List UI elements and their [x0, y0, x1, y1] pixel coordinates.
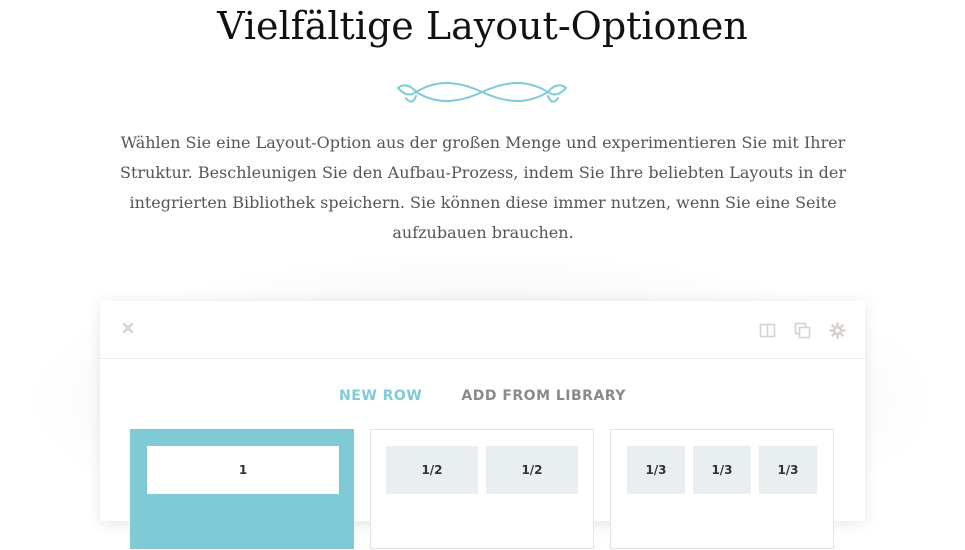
row-layout-panel: NEW ROW ADD FROM LIBRARY 1 1/2 1/2 1/3 1… — [100, 301, 865, 549]
layout-cell: 1/2 — [486, 446, 578, 494]
tab-new-row[interactable]: NEW ROW — [339, 388, 422, 404]
layout-cell: 1 — [147, 446, 339, 494]
tab-add-from-library[interactable]: ADD FROM LIBRARY — [461, 388, 626, 404]
layout-cell: 1/3 — [759, 446, 817, 494]
copy-icon[interactable] — [794, 322, 811, 339]
layout-option-thirds[interactable]: 1/3 1/3 1/3 — [610, 429, 834, 549]
ornament-divider-icon — [396, 82, 568, 103]
panel-toolbar — [100, 301, 865, 359]
layout-option-halves[interactable]: 1/2 1/2 — [370, 429, 594, 549]
intro-text: Wählen Sie eine Layout-Option aus der gr… — [119, 133, 847, 242]
page-heading: Vielfältige Layout-Optionen — [217, 4, 748, 48]
layout-cell: 1/3 — [693, 446, 751, 494]
layout-option-full[interactable]: 1 — [130, 429, 354, 549]
layout-cell: 1/2 — [386, 446, 478, 494]
columns-icon[interactable] — [759, 322, 776, 339]
gear-icon[interactable] — [829, 322, 846, 339]
layout-cell: 1/3 — [627, 446, 685, 494]
close-icon[interactable] — [121, 321, 135, 335]
panel-tabs: NEW ROW ADD FROM LIBRARY — [100, 385, 865, 404]
